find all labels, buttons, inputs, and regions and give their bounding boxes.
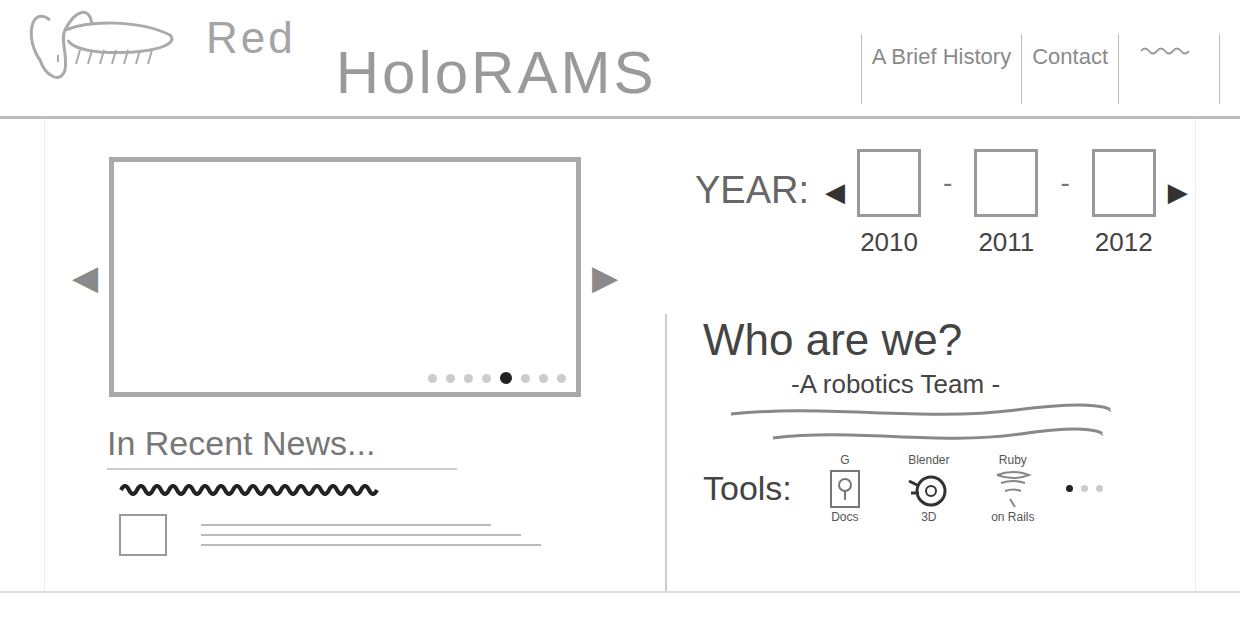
slide-dots [428, 372, 566, 384]
news-heading-scribble [119, 480, 389, 500]
about-title: Who are we? [703, 314, 1195, 367]
year-item[interactable]: 2011 [974, 149, 1038, 258]
text-placeholder-line [703, 424, 1103, 448]
slide-frame [109, 157, 581, 397]
right-column: YEAR:◀2010-2011-2012▶Who are we?-A robot… [665, 119, 1195, 591]
tool-subname: 3D [921, 511, 936, 524]
slideshow: ◀▶ [65, 157, 665, 397]
year-box[interactable] [974, 149, 1038, 217]
tool-name: Ruby [999, 454, 1027, 467]
text-placeholder-line [201, 544, 541, 546]
slide-dot[interactable] [521, 374, 530, 383]
page: RedHoloRAMSA Brief HistoryContact◀▶In Re… [0, 0, 1240, 640]
tool-item[interactable]: Blender 3D [898, 454, 960, 524]
rails-icon [993, 467, 1033, 511]
news-text-lines [201, 524, 541, 546]
slide-dot[interactable] [539, 374, 548, 383]
main: ◀▶In Recent News...YEAR:◀2010-2011-2012▶… [0, 119, 1240, 593]
about-section: Who are we?-A robotics Team - Tools: G Docs… [665, 314, 1195, 591]
slide-dot[interactable] [500, 372, 512, 384]
blender-icon [907, 467, 951, 511]
nav-placeholder-scribble [1139, 44, 1199, 58]
nav-item[interactable]: A Brief History [861, 34, 1021, 104]
tools-dot[interactable] [1096, 485, 1103, 492]
header: Red HoloRAMS A Brief HistoryContact [0, 0, 1240, 119]
nav-item[interactable]: Contact [1021, 34, 1118, 104]
year-selector: YEAR:◀2010-2011-2012▶ [665, 149, 1195, 258]
year-item[interactable]: 2012 [1092, 149, 1156, 258]
prev-slide-button[interactable]: ◀ [65, 260, 105, 294]
slide-dot[interactable] [464, 374, 473, 383]
tool-subname: Docs [831, 511, 858, 524]
year-item[interactable]: 2010 [857, 149, 921, 258]
nav-item[interactable] [1118, 34, 1220, 104]
text-placeholder-line [201, 534, 521, 536]
tool-item[interactable]: G Docs [814, 454, 876, 524]
year-box[interactable] [1092, 149, 1156, 217]
logo-word: Red [206, 14, 296, 62]
tool-name: G [840, 454, 849, 467]
text-placeholder-line [201, 524, 491, 526]
year-text: 2012 [1095, 227, 1153, 258]
tool-name: Blender [908, 454, 949, 467]
news-item[interactable] [119, 514, 665, 556]
slide-dot[interactable] [482, 374, 491, 383]
tool-item[interactable]: Ruby on Rails [982, 454, 1044, 524]
about-subtitle: -A robotics Team - [791, 369, 1195, 400]
next-year-button[interactable]: ▶ [1166, 179, 1190, 205]
slide-dot[interactable] [446, 374, 455, 383]
tool-subname: on Rails [991, 511, 1034, 524]
docs-icon [825, 467, 865, 511]
tools-dot[interactable] [1081, 485, 1088, 492]
slide-dot[interactable] [428, 374, 437, 383]
year-separator: - [931, 167, 964, 199]
left-column: ◀▶In Recent News... [45, 119, 665, 591]
next-slide-button[interactable]: ▶ [585, 260, 625, 294]
year-text: 2010 [860, 227, 918, 258]
ram-logo-icon [20, 0, 180, 100]
tools-dot[interactable] [1066, 485, 1073, 492]
nav: A Brief HistoryContact [861, 34, 1220, 104]
year-label: YEAR: [695, 169, 809, 212]
year-text: 2011 [978, 227, 1034, 258]
logo-word: HoloRAMS [336, 40, 657, 106]
content: ◀▶In Recent News...YEAR:◀2010-2011-2012▶… [44, 119, 1196, 591]
news-heading-scribble-wrap [119, 480, 665, 504]
year-box[interactable] [857, 149, 921, 217]
text-placeholder-line [703, 400, 1111, 424]
prev-year-button[interactable]: ◀ [823, 179, 847, 205]
tools-dots [1066, 485, 1103, 492]
year-separator: - [1048, 167, 1081, 199]
slide-dot[interactable] [557, 374, 566, 383]
news-thumbnail [119, 514, 167, 556]
news-title: In Recent News... [107, 423, 457, 470]
tools-label: Tools: [703, 469, 792, 508]
tools-row: Tools: G Docs Blender 3D Ruby on Rails [703, 454, 1195, 524]
